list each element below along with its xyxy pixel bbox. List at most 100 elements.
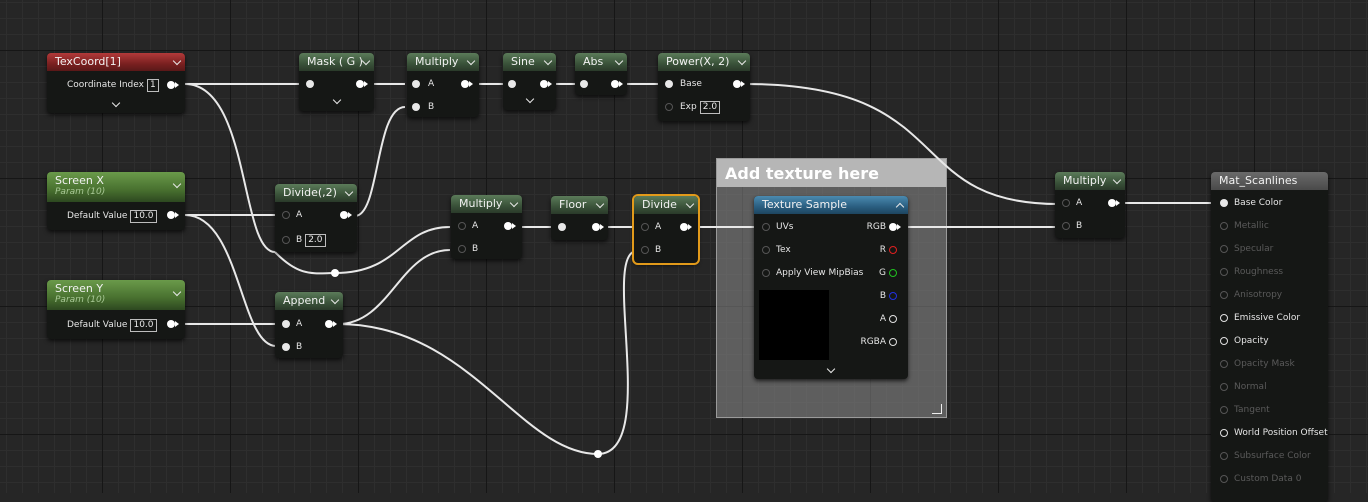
material-input-pin[interactable] xyxy=(1220,291,1228,299)
texture-sample-node[interactable]: Texture Sample UVs Tex Apply View MipBia… xyxy=(754,196,908,379)
node-header[interactable]: Divide(,2) xyxy=(275,184,357,202)
floor-node[interactable]: Floor xyxy=(551,196,608,240)
collapse-chevron-icon[interactable] xyxy=(361,56,371,66)
default-value-field[interactable]: Default Value 10.0 xyxy=(67,210,157,223)
output-pin[interactable] xyxy=(1108,199,1120,207)
power-node[interactable]: Power(X, 2) Base Exp 2.0 xyxy=(658,53,750,121)
collapse-chevron-icon[interactable] xyxy=(614,56,624,66)
input-pin-a[interactable] xyxy=(641,223,649,231)
input-pin[interactable] xyxy=(580,80,588,88)
output-pin[interactable] xyxy=(611,80,623,88)
node-header[interactable]: Mat_Scanlines xyxy=(1211,172,1328,190)
input-pin-tex[interactable] xyxy=(762,246,770,254)
divide-node[interactable]: Divide A B xyxy=(634,196,698,263)
node-header[interactable]: Screen X Param (10) xyxy=(47,172,185,202)
material-input-pin[interactable] xyxy=(1220,429,1228,437)
output-pin[interactable] xyxy=(592,223,604,231)
expand-chevron-icon[interactable] xyxy=(111,98,121,108)
exp-field[interactable]: Exp 2.0 xyxy=(680,101,721,114)
input-pin-mipbias[interactable] xyxy=(762,269,770,277)
expand-chevron-icon[interactable] xyxy=(826,364,836,374)
node-header[interactable]: Sine xyxy=(503,53,556,71)
material-result-node[interactable]: Mat_Scanlines Base Color Metallic Specular… xyxy=(1211,172,1328,502)
screen-x-param-node[interactable]: Screen X Param (10) Default Value 10.0 xyxy=(47,172,185,230)
collapse-chevron-icon[interactable] xyxy=(466,56,476,66)
output-pin-rgb[interactable] xyxy=(889,223,901,231)
node-header[interactable]: Abs xyxy=(575,53,627,71)
collapse-chevron-icon[interactable] xyxy=(344,187,354,197)
resize-grip-icon[interactable] xyxy=(932,404,942,414)
material-input-pin[interactable] xyxy=(1220,360,1228,368)
default-value-input[interactable]: 10.0 xyxy=(130,210,157,223)
input-pin-b[interactable] xyxy=(458,245,466,253)
coord-index-value[interactable]: 1 xyxy=(146,79,159,92)
divide-2-node[interactable]: Divide(,2) A B 2.0 xyxy=(275,184,357,252)
input-pin-a[interactable] xyxy=(458,222,466,230)
collapse-chevron-icon[interactable] xyxy=(595,199,605,209)
coord-index-field[interactable]: Coordinate Index 1 xyxy=(67,79,159,92)
default-value-input[interactable]: 10.0 xyxy=(130,319,157,332)
material-input-pin[interactable] xyxy=(1220,452,1228,460)
input-pin-a[interactable] xyxy=(282,211,290,219)
material-input-pin[interactable] xyxy=(1220,475,1228,483)
output-pin-b[interactable] xyxy=(889,292,897,300)
node-header[interactable]: Screen Y Param (10) xyxy=(47,280,185,310)
texcoord-node[interactable]: TexCoord[1] Coordinate Index 1 xyxy=(47,53,185,113)
divisor-field[interactable]: B 2.0 xyxy=(296,234,326,247)
input-pin[interactable] xyxy=(558,223,566,231)
collapse-chevron-icon[interactable] xyxy=(895,202,905,212)
collapse-chevron-icon[interactable] xyxy=(172,56,182,66)
collapse-chevron-icon[interactable] xyxy=(543,56,553,66)
output-pin-g[interactable] xyxy=(889,269,897,277)
output-pin-rgba[interactable] xyxy=(889,338,897,346)
append-node[interactable]: Append A B xyxy=(275,292,343,358)
collapse-chevron-icon[interactable] xyxy=(685,199,695,209)
input-pin-base[interactable] xyxy=(665,80,673,88)
collapse-chevron-icon[interactable] xyxy=(1112,175,1122,185)
material-input-pin[interactable] xyxy=(1220,199,1228,207)
output-pin[interactable] xyxy=(356,80,368,88)
material-input-pin[interactable] xyxy=(1220,222,1228,230)
material-input-pin[interactable] xyxy=(1220,268,1228,276)
default-value-field[interactable]: Default Value 10.0 xyxy=(67,319,157,332)
node-header[interactable]: Texture Sample xyxy=(754,196,908,214)
output-pin[interactable] xyxy=(167,211,179,219)
material-input-pin[interactable] xyxy=(1220,245,1228,253)
input-pin-b[interactable] xyxy=(412,103,420,111)
output-pin[interactable] xyxy=(504,222,516,230)
input-pin-b[interactable] xyxy=(282,343,290,351)
output-pin[interactable] xyxy=(680,223,692,231)
output-pin[interactable] xyxy=(325,320,337,328)
collapse-chevron-icon[interactable] xyxy=(509,198,519,208)
collapse-chevron-icon[interactable] xyxy=(737,56,747,66)
output-pin-r[interactable] xyxy=(889,246,897,254)
material-input-pin[interactable] xyxy=(1220,406,1228,414)
material-input-pin[interactable] xyxy=(1220,314,1228,322)
node-header[interactable]: Mask ( G ) xyxy=(299,53,374,71)
output-pin[interactable] xyxy=(461,80,473,88)
input-pin-exp[interactable] xyxy=(665,103,673,111)
output-pin-a[interactable] xyxy=(889,315,897,323)
input-pin[interactable] xyxy=(508,80,516,88)
input-pin[interactable] xyxy=(306,80,314,88)
input-pin-uvs[interactable] xyxy=(762,223,770,231)
material-input-pin[interactable] xyxy=(1220,383,1228,391)
node-header[interactable]: TexCoord[1] xyxy=(47,53,185,71)
screen-y-param-node[interactable]: Screen Y Param (10) Default Value 10.0 xyxy=(47,280,185,339)
expand-chevron-icon[interactable] xyxy=(332,95,342,105)
sine-node[interactable]: Sine xyxy=(503,53,556,110)
mask-node[interactable]: Mask ( G ) xyxy=(299,53,374,111)
abs-node[interactable]: Abs xyxy=(575,53,627,95)
divisor-value[interactable]: 2.0 xyxy=(305,234,326,247)
multiply-mid-node[interactable]: Multiply A B xyxy=(451,195,522,259)
node-header[interactable]: Multiply xyxy=(407,53,479,71)
node-header[interactable]: Multiply xyxy=(451,195,522,213)
input-pin-b[interactable] xyxy=(1062,222,1070,230)
multiply-right-node[interactable]: Multiply A B xyxy=(1055,172,1125,238)
output-pin[interactable] xyxy=(167,81,179,89)
comment-title[interactable]: Add texture here xyxy=(717,159,946,187)
input-pin-a[interactable] xyxy=(412,80,420,88)
input-pin-b[interactable] xyxy=(641,246,649,254)
node-header[interactable]: Divide xyxy=(634,196,698,214)
output-pin[interactable] xyxy=(167,320,179,328)
